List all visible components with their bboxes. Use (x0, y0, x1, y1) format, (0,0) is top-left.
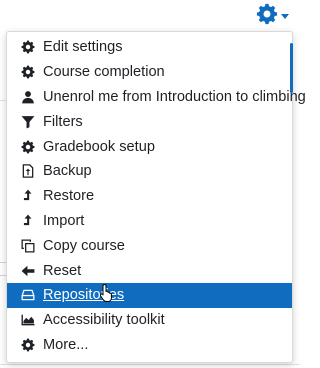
gear-icon (21, 338, 35, 352)
copy-icon (21, 239, 35, 253)
menu-item-repositories[interactable]: Repositories (7, 282, 292, 308)
menu-item-accessibility-toolkit[interactable]: Accessibility toolkit (7, 308, 292, 333)
caret-down-icon (281, 13, 289, 19)
course-actions-dropdown-menu: Edit settings Course completion Unenrol … (6, 31, 306, 363)
menu-item-label: Reset (43, 262, 82, 279)
menu-item-label: Copy course (43, 237, 125, 254)
scrollbar-thumb[interactable] (290, 43, 293, 93)
menu-item-label: Filters (43, 113, 83, 130)
level-up-icon (21, 189, 35, 203)
background-divider (0, 364, 300, 365)
level-up-icon (21, 214, 35, 228)
course-actions-menu-toggle[interactable] (256, 3, 296, 30)
menu-item-backup[interactable]: Backup (7, 159, 292, 184)
menu-item-more[interactable]: More... (7, 333, 292, 358)
menu-item-gradebook-setup[interactable]: Gradebook setup (7, 134, 292, 159)
menu-item-label: Repositories (43, 287, 125, 304)
menu-item-unenrol[interactable]: Unenrol me from Introduction to climbing (7, 85, 306, 110)
menu-item-edit-settings[interactable]: Edit settings (7, 35, 292, 60)
menu-item-filters[interactable]: Filters (7, 109, 292, 134)
gear-icon (256, 3, 278, 30)
menu-item-label: Unenrol me from Introduction to climbing (43, 88, 306, 105)
arrow-left-icon (21, 264, 35, 278)
user-icon (21, 90, 35, 104)
menu-item-restore[interactable]: Restore (7, 184, 292, 209)
menu-item-course-completion[interactable]: Course completion (7, 60, 292, 85)
file-upload-icon (21, 164, 35, 179)
gear-icon (21, 65, 35, 79)
menu-item-label: Import (43, 212, 85, 229)
menu-item-label: Backup (43, 163, 92, 180)
menu-item-label: Gradebook setup (43, 138, 155, 155)
menu-item-label: Restore (43, 188, 95, 205)
menu-item-label: Course completion (43, 64, 165, 81)
menu-item-label: Accessibility toolkit (43, 312, 165, 329)
menu-item-import[interactable]: Import (7, 209, 292, 234)
menu-item-copy-course[interactable]: Copy course (7, 233, 292, 258)
gear-icon (21, 140, 35, 154)
hdd-icon (21, 288, 35, 302)
area-chart-icon (21, 313, 35, 327)
menu-item-reset[interactable]: Reset (7, 258, 292, 283)
menu-item-label: More... (43, 336, 89, 353)
menu-item-label: Edit settings (43, 39, 123, 56)
filter-icon (21, 115, 35, 129)
gear-icon (21, 40, 35, 54)
